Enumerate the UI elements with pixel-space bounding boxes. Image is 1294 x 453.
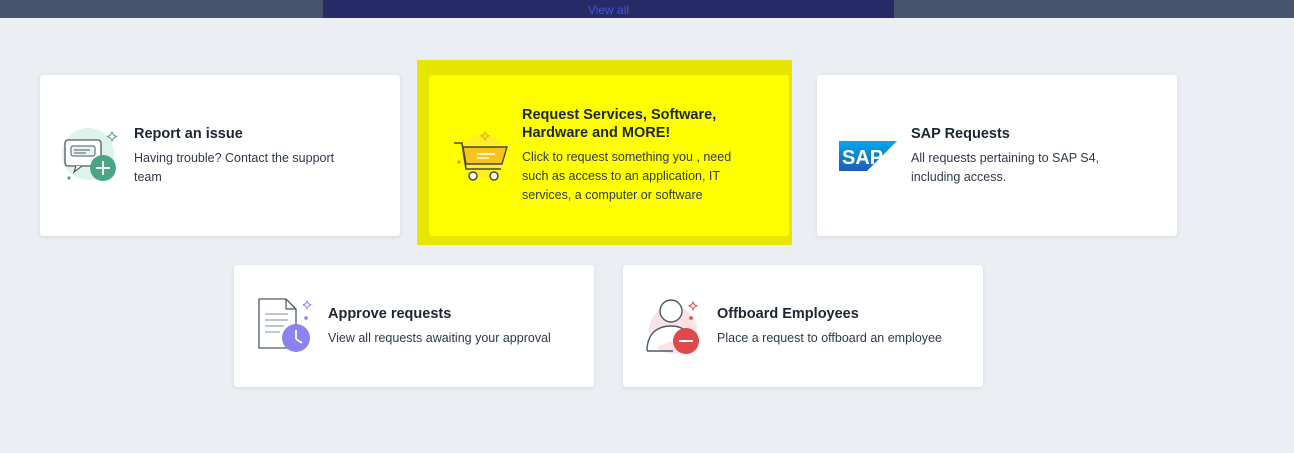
card-title: Approve requests bbox=[328, 305, 452, 322]
card-text: Approve requests View all requests await… bbox=[328, 305, 578, 348]
sap-logo-icon: SAP bbox=[839, 140, 897, 171]
card-sap-requests[interactable]: SAP SAP Requests All requests pertaining… bbox=[817, 75, 1177, 236]
view-all-link[interactable]: View all bbox=[588, 3, 629, 18]
card-title: SAP Requests bbox=[911, 125, 1010, 142]
card-text: Offboard Employees Place a request to of… bbox=[717, 305, 967, 348]
card-offboard-employees[interactable]: Offboard Employees Place a request to of… bbox=[623, 265, 983, 387]
card-title: Report an issue bbox=[134, 125, 243, 142]
card-report-issue[interactable]: Report an issue Having trouble? Contact … bbox=[40, 75, 400, 236]
view-all-bar: View all bbox=[323, 0, 894, 18]
card-description: Having trouble? Contact the support team bbox=[134, 150, 335, 184]
document-clock-icon bbox=[256, 296, 316, 356]
support-ticket-icon bbox=[60, 126, 120, 186]
card-description: View all requests awaiting your approval bbox=[328, 330, 551, 345]
card-text: Request Services, Software, Hardware and… bbox=[522, 106, 747, 205]
card-description: Place a request to offboard an employee bbox=[717, 330, 942, 345]
user-remove-icon bbox=[643, 296, 703, 356]
card-request-services[interactable]: Request Services, Software, Hardware and… bbox=[429, 75, 789, 236]
card-title: Request Services, Software, Hardware and… bbox=[522, 107, 717, 141]
card-text: SAP Requests All requests pertaining to … bbox=[911, 125, 1131, 187]
sap-logo-text: SAP bbox=[842, 147, 883, 169]
card-description: Click to request something you , need su… bbox=[522, 150, 732, 202]
card-approve-requests[interactable]: Approve requests View all requests await… bbox=[234, 265, 594, 387]
shopping-cart-icon bbox=[451, 126, 511, 186]
card-text: Report an issue Having trouble? Contact … bbox=[134, 125, 364, 187]
card-title: Offboard Employees bbox=[717, 305, 859, 322]
card-description: All requests pertaining to SAP S4, inclu… bbox=[911, 150, 1100, 184]
